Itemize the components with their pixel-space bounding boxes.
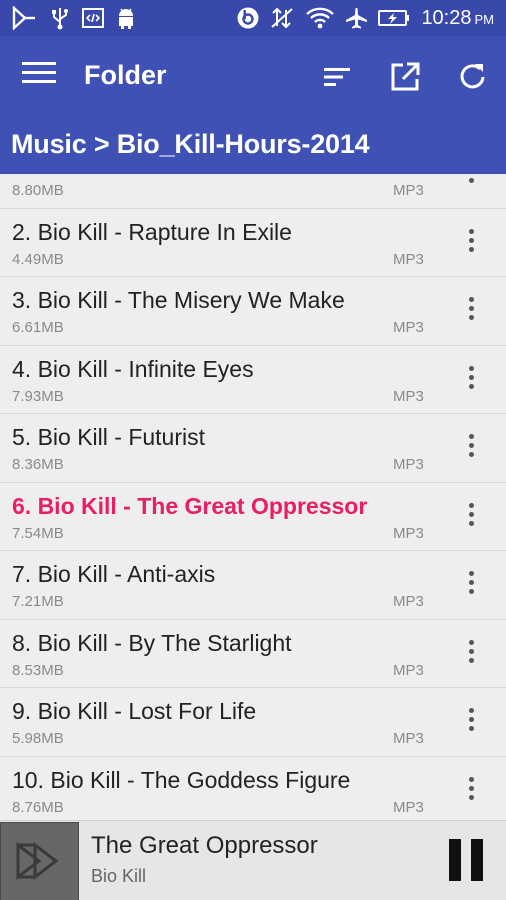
track-type: MP3: [393, 661, 424, 679]
track-title: 4. Bio Kill - Infinite Eyes: [12, 355, 254, 382]
track-type: MP3: [393, 524, 424, 542]
page-title: Folder: [84, 60, 167, 90]
track-type: MP3: [393, 593, 424, 610]
track-type: MP3: [393, 456, 424, 473]
track-row-4[interactable]: 4. Bio Kill - Infinite Eyes 7.93MB MP3: [0, 346, 506, 414]
refresh-icon[interactable]: [455, 60, 489, 94]
more-vert-icon[interactable]: [456, 708, 486, 738]
clock-time: 10:28: [421, 7, 472, 29]
more-vert-icon[interactable]: [456, 297, 486, 327]
track-row-5[interactable]: 5. Bio Kill - Futurist 8.36MB MP3: [0, 414, 506, 483]
track-size: 4.49MB: [12, 250, 64, 268]
track-size: 7.21MB: [12, 593, 64, 610]
play-store-icon: [11, 5, 37, 35]
battery-charging-icon: [377, 6, 411, 35]
more-vert-icon[interactable]: [456, 228, 486, 259]
menu-icon[interactable]: [22, 62, 56, 90]
track-list[interactable]: 8.80MB MP3 2. Bio Kill - Rapture In Exil…: [0, 174, 506, 820]
beats-icon: [235, 6, 261, 35]
sort-icon[interactable]: [321, 60, 355, 94]
track-type: MP3: [393, 182, 424, 199]
play-logo-icon: [1, 823, 78, 900]
track-size: 8.36MB: [12, 456, 64, 473]
data-off-icon: [269, 6, 295, 35]
more-vert-icon[interactable]: [456, 776, 486, 807]
track-type: MP3: [393, 798, 424, 816]
status-bar: 10:28 PM: [0, 0, 506, 36]
track-size: 8.53MB: [12, 661, 64, 679]
breadcrumb[interactable]: Music > Bio_Kill-Hours-2014: [11, 129, 370, 160]
track-title: 10. Bio Kill - The Goddess Figure: [12, 766, 351, 793]
track-title: 5. Bio Kill - Futurist: [12, 424, 205, 450]
track-type: MP3: [393, 250, 424, 268]
breadcrumb-bar: Music > Bio_Kill-Hours-2014: [0, 116, 506, 174]
more-vert-icon[interactable]: [456, 365, 486, 396]
more-vert-icon[interactable]: [456, 502, 486, 533]
track-size: 6.61MB: [12, 319, 64, 336]
track-type: MP3: [393, 319, 424, 336]
now-playing-artist: Bio Kill: [91, 866, 147, 886]
track-title: 3. Bio Kill - The Misery We Make: [12, 287, 345, 313]
more-vert-icon[interactable]: [456, 639, 486, 670]
track-row-2[interactable]: 2. Bio Kill - Rapture In Exile 4.49MB MP…: [0, 209, 506, 277]
track-title: 8. Bio Kill - By The Starlight: [12, 629, 292, 656]
track-row-10[interactable]: 10. Bio Kill - The Goddess Figure 8.76MB…: [0, 757, 506, 821]
track-type: MP3: [393, 730, 424, 747]
wifi-icon: [305, 6, 335, 35]
clock: 10:28 PM: [421, 7, 494, 30]
track-row-1[interactable]: 8.80MB MP3: [0, 174, 506, 209]
track-row-7[interactable]: 7. Bio Kill - Anti-axis 7.21MB MP3: [0, 551, 506, 620]
android-icon: [115, 6, 137, 35]
track-title: 9. Bio Kill - Lost For Life: [12, 698, 257, 724]
track-size: 7.54MB: [12, 524, 64, 542]
track-title: 6. Bio Kill - The Great Oppressor: [12, 492, 368, 519]
airplane-icon: [343, 6, 369, 35]
track-row-8[interactable]: 8. Bio Kill - By The Starlight 8.53MB MP…: [0, 620, 506, 688]
pause-icon[interactable]: [445, 839, 485, 881]
app-bar: Folder: [0, 36, 506, 116]
more-vert-icon[interactable]: [456, 571, 486, 601]
track-size: 8.76MB: [12, 798, 64, 816]
track-row-9[interactable]: 9. Bio Kill - Lost For Life 5.98MB MP3: [0, 688, 506, 757]
track-size: 5.98MB: [12, 730, 64, 747]
track-title: 7. Bio Kill - Anti-axis: [12, 561, 216, 587]
track-type: MP3: [393, 387, 424, 405]
open-external-icon[interactable]: [388, 60, 422, 94]
track-row-6-playing[interactable]: 6. Bio Kill - The Great Oppressor 7.54MB…: [0, 483, 506, 551]
clock-ampm: PM: [474, 12, 495, 27]
more-vert-icon[interactable]: [456, 434, 486, 464]
now-playing-title: The Great Oppressor: [91, 832, 318, 859]
usb-icon: [49, 6, 71, 35]
code-icon: [81, 6, 105, 35]
track-size: 7.93MB: [12, 387, 64, 405]
album-art[interactable]: [0, 822, 79, 900]
track-title: 2. Bio Kill - Rapture In Exile: [12, 218, 292, 245]
now-playing-bar[interactable]: The Great Oppressor Bio Kill: [0, 820, 506, 900]
track-size: 8.80MB: [12, 182, 64, 199]
more-vert-icon[interactable]: [456, 174, 486, 190]
track-row-3[interactable]: 3. Bio Kill - The Misery We Make 6.61MB …: [0, 277, 506, 346]
